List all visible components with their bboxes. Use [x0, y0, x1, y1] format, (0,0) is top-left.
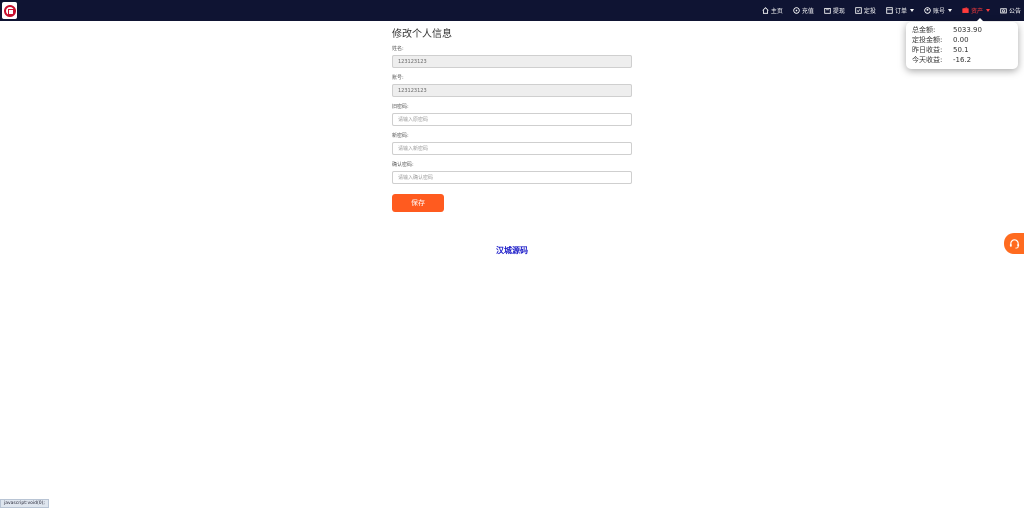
account-field[interactable]	[392, 84, 632, 97]
confirm-password-label: 确认密码:	[392, 162, 414, 168]
withdraw-icon	[824, 7, 831, 14]
asset-value: 50.1	[953, 46, 969, 54]
nav-item-account[interactable]: 账号	[924, 6, 952, 15]
top-navbar: 主页 充值 提现 定投 订单 账号 资产 公告	[0, 0, 1024, 21]
chevron-down-icon	[909, 9, 914, 12]
nav-item-assets[interactable]: 资产	[962, 6, 990, 15]
asset-value: 5033.90	[953, 26, 982, 34]
account-label: 账号:	[392, 75, 404, 81]
profile-form: 修改个人信息 姓名: 账号: 旧密码: 新密码: 确认密码: 保存	[392, 28, 632, 212]
confirm-password-field[interactable]	[392, 171, 632, 184]
nav-item-home[interactable]: 主页	[762, 6, 783, 15]
headset-icon	[1009, 239, 1019, 249]
nav-item-label: 公告	[1008, 8, 1021, 15]
nav-item-label: 充值	[801, 8, 814, 15]
asset-value: 0.00	[953, 36, 969, 44]
nav-item-label: 定投	[863, 8, 876, 15]
asset-row-yesterday: 昨日收益: 50.1	[912, 45, 1012, 55]
new-password-field[interactable]	[392, 142, 632, 155]
asset-label: 定投金额:	[912, 36, 943, 44]
page-title: 修改个人信息	[392, 29, 452, 40]
asset-row-today: 今天收益: -16.2	[912, 55, 1012, 65]
save-button[interactable]: 保存	[392, 194, 444, 212]
asset-row-total: 总金额: 5033.90	[912, 25, 1012, 35]
chevron-down-icon	[947, 9, 952, 12]
asset-value: -16.2	[953, 56, 972, 64]
customer-service-button[interactable]	[1004, 233, 1024, 254]
nav-item-withdraw[interactable]: 提现	[824, 6, 845, 15]
old-password-field[interactable]	[392, 113, 632, 126]
asset-label: 昨日收益:	[912, 46, 943, 54]
nav-item-label: 账号	[932, 8, 945, 15]
bank-logo-icon[interactable]	[2, 2, 17, 19]
nav-item-label: 资产	[970, 8, 983, 15]
wallet-icon	[962, 7, 969, 14]
home-icon	[762, 7, 769, 14]
nav-item-label: 提现	[832, 8, 845, 15]
invest-icon	[855, 7, 862, 14]
nav-item-orders[interactable]: 订单	[886, 6, 914, 15]
brand-link[interactable]: 汉城源码	[0, 245, 1024, 256]
asset-label: 总金额:	[912, 26, 936, 34]
asset-label: 今天收益:	[912, 56, 943, 64]
asset-row-invest: 定投金额: 0.00	[912, 35, 1012, 45]
nav-item-recharge[interactable]: 充值	[793, 6, 814, 15]
chevron-down-icon	[985, 9, 990, 12]
account-icon	[924, 7, 931, 14]
asset-dropdown: 总金额: 5033.90 定投金额: 0.00 昨日收益: 50.1 今天收益:…	[906, 18, 1018, 69]
nav-item-label: 主页	[770, 8, 783, 15]
orders-icon	[886, 7, 893, 14]
old-password-label: 旧密码:	[392, 104, 409, 110]
nav-item-invest[interactable]: 定投	[855, 6, 876, 15]
nav-item-notice[interactable]: 公告	[1000, 6, 1021, 15]
new-password-label: 新密码:	[392, 133, 409, 139]
recharge-icon	[793, 7, 800, 14]
notice-icon	[1000, 7, 1007, 14]
name-label: 姓名:	[392, 46, 404, 52]
nav-item-label: 订单	[894, 8, 907, 15]
name-field[interactable]	[392, 55, 632, 68]
status-bar: javascript:void(0);	[0, 499, 49, 508]
